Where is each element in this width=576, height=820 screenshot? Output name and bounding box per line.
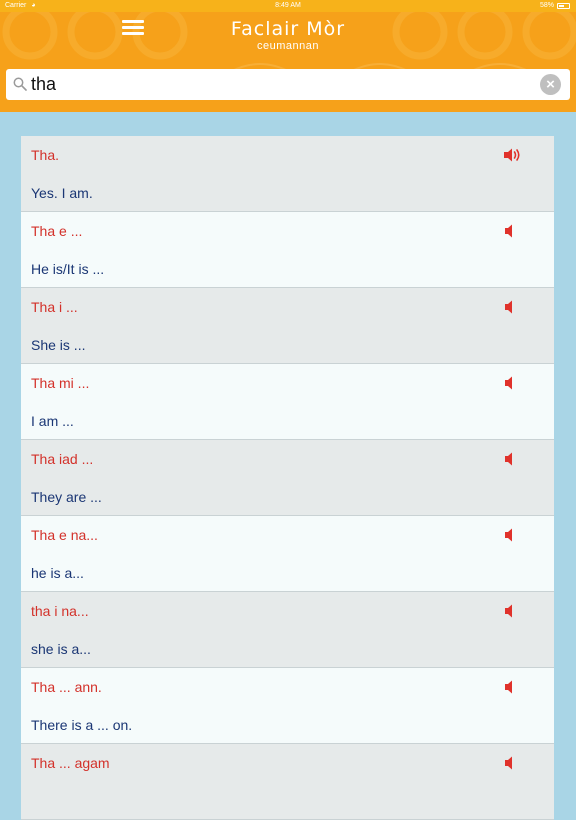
result-list-item[interactable]: Tha mi ... I am ...: [21, 364, 554, 440]
gaelic-phrase: tha i na...: [31, 603, 89, 619]
speaker-icon[interactable]: [502, 147, 522, 163]
english-translation: Yes. I am.: [31, 185, 93, 201]
speaker-icon[interactable]: [502, 527, 522, 543]
result-list-item[interactable]: tha i na... she is a...: [21, 592, 554, 668]
speaker-icon[interactable]: [502, 299, 522, 315]
clear-search-button[interactable]: ×: [540, 74, 561, 95]
speaker-icon[interactable]: [502, 451, 522, 467]
result-list-item[interactable]: Tha iad ... They are ...: [21, 440, 554, 516]
english-translation: He is/It is ...: [31, 261, 105, 277]
gaelic-phrase: Tha e ...: [31, 223, 83, 239]
speaker-icon[interactable]: [502, 223, 522, 239]
result-list-item[interactable]: Tha ... ann. There is a ... on.: [21, 668, 554, 744]
app-subtitle: ceumannan: [257, 40, 319, 52]
status-time: 8:49 AM: [275, 2, 301, 9]
battery-status: 58%: [540, 0, 570, 12]
english-translation: she is a...: [31, 641, 91, 657]
speaker-icon[interactable]: [502, 679, 522, 695]
gaelic-phrase: Tha e na...: [31, 527, 98, 543]
result-list-item[interactable]: Tha ... agam: [21, 744, 554, 820]
battery-percent: 58%: [539, 2, 554, 9]
results-list: Tha. Yes. I am. Tha e ... He is/It is ... Th…: [21, 136, 554, 820]
english-translation: She is ...: [31, 337, 86, 353]
speaker-icon[interactable]: [502, 375, 522, 391]
english-translation: There is a ... on.: [31, 717, 133, 733]
gaelic-phrase: Tha i ...: [31, 299, 78, 315]
battery-fill: [559, 5, 564, 7]
gaelic-phrase: Tha mi ...: [31, 375, 90, 391]
english-translation: he is a...: [31, 565, 84, 581]
english-translation: They are ...: [31, 489, 102, 505]
status-bar: Carrier ◕ 8:49 AM 58%: [0, 0, 576, 12]
result-list-item[interactable]: Tha. Yes. I am.: [21, 136, 554, 212]
search-bar[interactable]: ×: [6, 69, 570, 100]
search-input[interactable]: [31, 69, 531, 100]
result-list-item[interactable]: Tha i ... She is ...: [21, 288, 554, 364]
gaelic-phrase: Tha ... ann.: [31, 679, 102, 695]
search-icon: [13, 77, 27, 91]
gaelic-phrase: Tha.: [31, 147, 60, 163]
result-list-item[interactable]: Tha e na... he is a...: [21, 516, 554, 592]
app-header: Faclair Mòr ceumannan ×: [0, 12, 576, 112]
speaker-icon[interactable]: [502, 755, 522, 771]
speaker-icon[interactable]: [502, 603, 522, 619]
gaelic-phrase: Tha iad ...: [31, 451, 94, 467]
gaelic-phrase: Tha ... agam: [31, 755, 110, 771]
english-translation: I am ...: [31, 413, 74, 429]
battery-icon: [557, 3, 570, 9]
app-title: Faclair Mòr: [230, 18, 346, 40]
result-list-item[interactable]: Tha e ... He is/It is ...: [21, 212, 554, 288]
